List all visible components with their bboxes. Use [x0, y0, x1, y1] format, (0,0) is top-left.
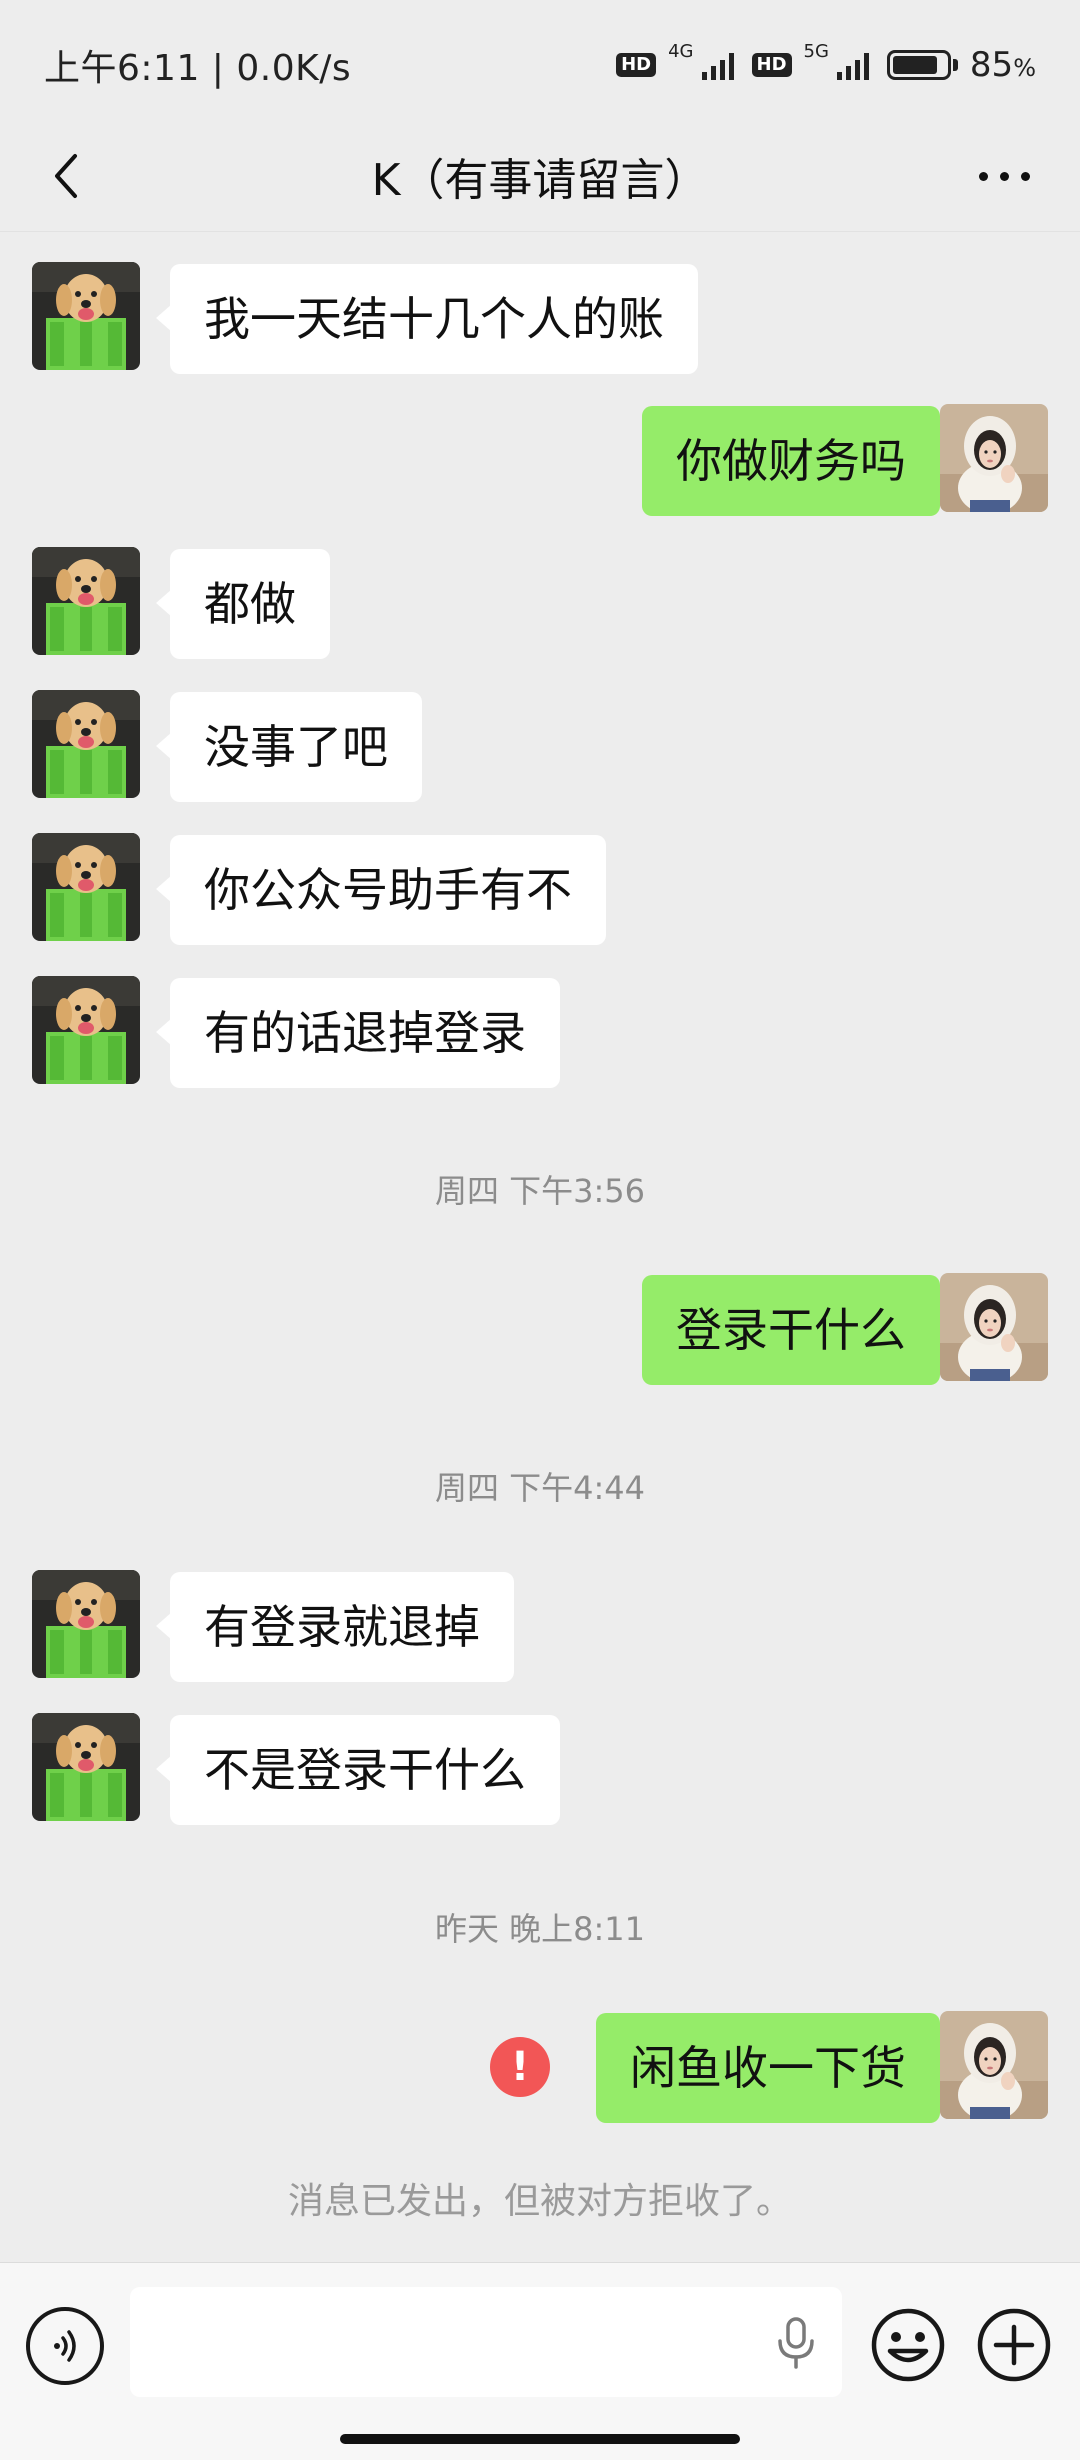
- status-bar: 上午6:11 | 0.0K/s HD 4G HD 5G 85%: [0, 0, 1080, 130]
- outgoing-message-bubble[interactable]: 你做财务吗: [642, 406, 954, 516]
- back-button[interactable]: [36, 146, 96, 206]
- message-row: 有的话退掉登录: [0, 976, 1080, 1088]
- chevron-left-icon: [55, 154, 77, 198]
- message-row: 登录干什么: [0, 1273, 1080, 1385]
- message-row: 没事了吧: [0, 690, 1080, 802]
- chat-header: K（有事请留言）: [0, 120, 1080, 232]
- contact-avatar[interactable]: [32, 1570, 140, 1678]
- message-row: 你公众号助手有不: [0, 833, 1080, 945]
- chat-title: K（有事请留言）: [371, 154, 709, 206]
- message-row: 我一天结十几个人的账: [0, 262, 1080, 374]
- contact-avatar[interactable]: [32, 833, 140, 941]
- home-indicator[interactable]: [340, 2434, 740, 2444]
- signal-icon: [836, 53, 869, 80]
- battery-icon: [886, 50, 958, 80]
- voice-icon: [54, 2330, 76, 2362]
- status-time-speed: 上午6:11 | 0.0K/s: [44, 48, 352, 89]
- battery-percent: 85%: [969, 45, 1036, 85]
- rejected-notice: 消息已发出，但被对方拒收了。: [287, 2181, 792, 2222]
- mic-icon[interactable]: [772, 2315, 820, 2371]
- incoming-message-bubble[interactable]: 不是登录干什么: [156, 1715, 560, 1825]
- outgoing-message-bubble[interactable]: 登录干什么: [642, 1275, 954, 1385]
- my-avatar[interactable]: [940, 404, 1048, 512]
- hd-badge: HD: [751, 53, 792, 77]
- incoming-message-bubble[interactable]: 你公众号助手有不: [156, 835, 606, 945]
- incoming-message-bubble[interactable]: 有登录就退掉: [156, 1572, 514, 1682]
- message-timestamp: 周四 下午3:56: [434, 1172, 646, 1210]
- message-row: 都做: [0, 547, 1080, 659]
- message-timestamp: 昨天 晚上8:11: [434, 1910, 646, 1948]
- signal-icon: [701, 53, 734, 80]
- more-button[interactable]: [964, 146, 1044, 206]
- plus-icon[interactable]: [974, 2305, 1054, 2385]
- my-avatar[interactable]: [940, 1273, 1048, 1381]
- contact-avatar[interactable]: [32, 1713, 140, 1821]
- network-5g-label: 5G: [803, 40, 829, 62]
- input-bar: [0, 2262, 1080, 2460]
- voice-toggle-button[interactable]: [26, 2307, 104, 2385]
- contact-avatar[interactable]: [32, 262, 140, 370]
- status-indicators: HD 4G HD 5G 85%: [616, 41, 1036, 85]
- message-input[interactable]: [130, 2287, 842, 2397]
- incoming-message-bubble[interactable]: 都做: [156, 549, 330, 659]
- hd-badge: HD: [616, 53, 657, 77]
- incoming-message-bubble[interactable]: 没事了吧: [156, 692, 422, 802]
- contact-avatar[interactable]: [32, 547, 140, 655]
- emoji-icon[interactable]: [868, 2305, 948, 2385]
- message-row: 你做财务吗: [0, 404, 1080, 516]
- message-row: ! 闲鱼收一下货: [0, 2011, 1080, 2123]
- battery-level: [892, 56, 938, 74]
- contact-avatar[interactable]: [32, 976, 140, 1084]
- network-4g-label: 4G: [668, 40, 694, 62]
- my-avatar[interactable]: [940, 2011, 1048, 2119]
- contact-avatar[interactable]: [32, 690, 140, 798]
- message-timestamp: 周四 下午4:44: [434, 1469, 646, 1507]
- message-row: 不是登录干什么: [0, 1713, 1080, 1825]
- message-row: 有登录就退掉: [0, 1570, 1080, 1682]
- incoming-message-bubble[interactable]: 有的话退掉登录: [156, 978, 560, 1088]
- more-dots-icon: [978, 171, 1030, 181]
- send-failed-icon[interactable]: !: [490, 2037, 550, 2097]
- incoming-message-bubble[interactable]: 我一天结十几个人的账: [156, 264, 698, 374]
- outgoing-message-bubble[interactable]: 闲鱼收一下货: [596, 2013, 954, 2123]
- chat-screen: 上午6:11 | 0.0K/s HD 4G HD 5G 85% K（有事请留言）…: [0, 0, 1080, 2460]
